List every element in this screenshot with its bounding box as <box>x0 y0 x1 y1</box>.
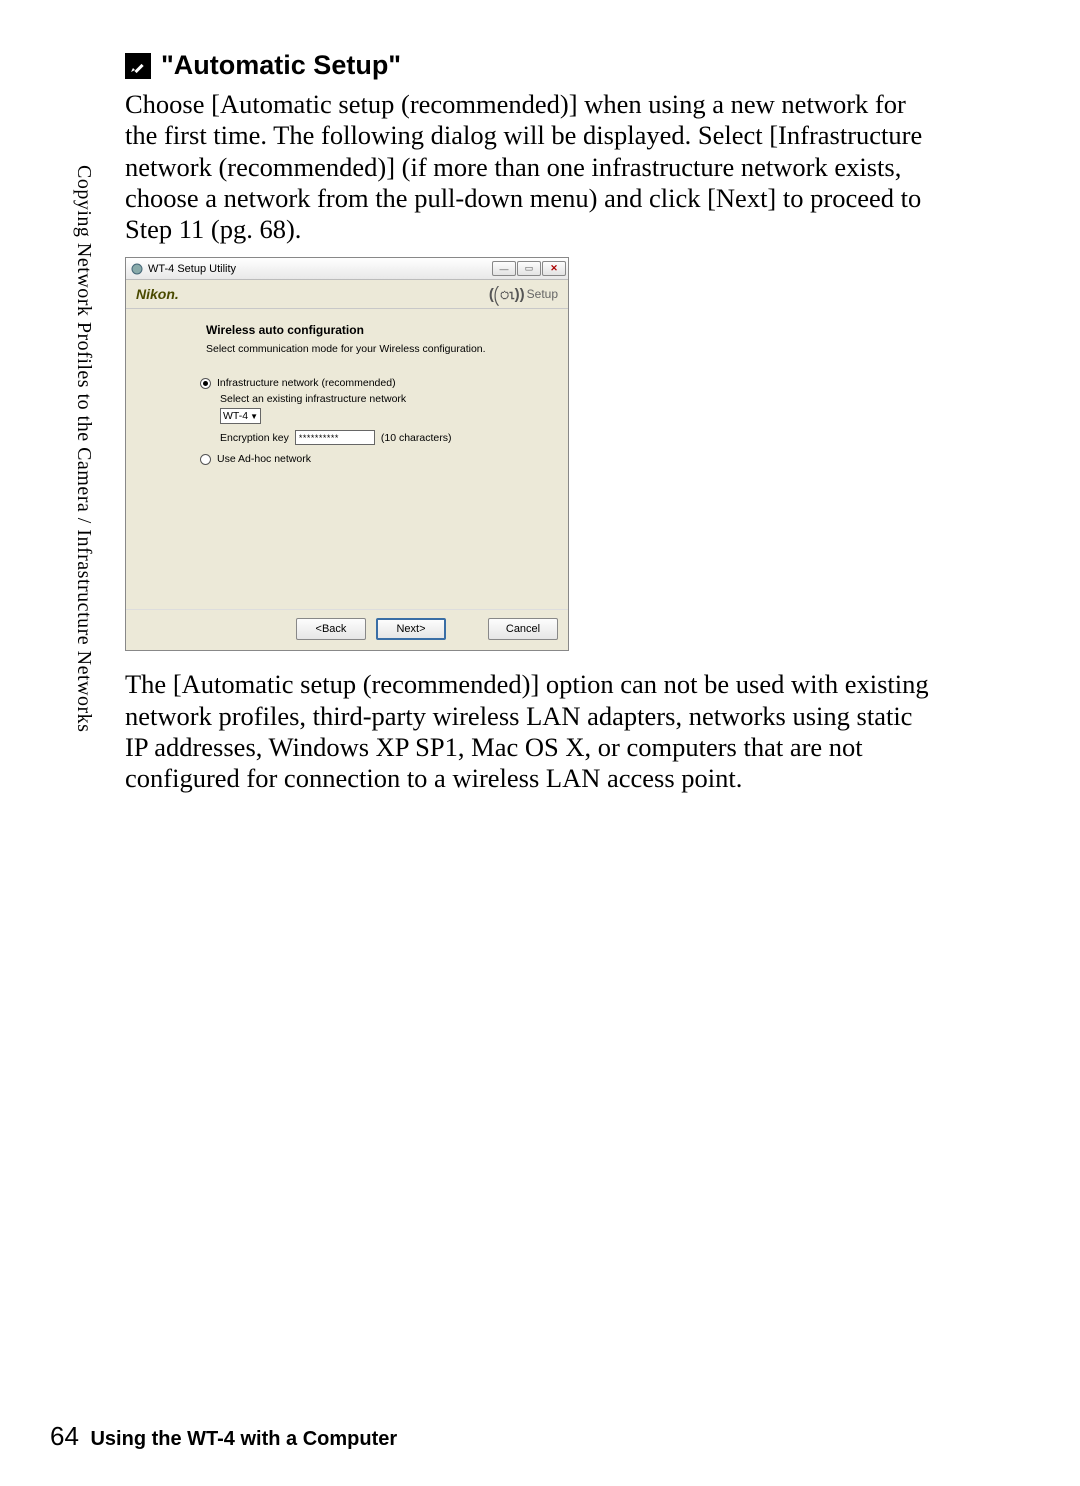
dialog-button-row: <Back Next> Cancel <box>126 609 568 650</box>
maximize-button[interactable]: ▭ <box>517 261 541 276</box>
setup-dialog: WT-4 Setup Utility — ▭ ✕ Nikon. ((ၤ)) Se… <box>125 257 569 651</box>
chevron-down-icon: ▼ <box>250 412 258 421</box>
footer-text: Using the WT-4 with a Computer <box>90 1428 397 1450</box>
app-icon <box>130 262 144 276</box>
cancel-button[interactable]: Cancel <box>488 618 558 640</box>
pencil-icon <box>125 53 151 79</box>
brand-logo: Nikon. <box>136 286 179 302</box>
sidebar-vertical-text: Copying Network Profiles to the Camera /… <box>72 165 95 732</box>
setup-label: Setup <box>527 287 558 301</box>
network-select[interactable]: WT-4 ▼ <box>220 408 261 424</box>
radio-infrastructure-label: Infrastructure network (recommended) <box>217 377 396 389</box>
note-paragraph: The [Automatic setup (recommended)] opti… <box>125 669 940 794</box>
wizard-subtitle: Select communication mode for your Wirel… <box>206 343 554 355</box>
encryption-note: (10 characters) <box>381 432 452 444</box>
back-button[interactable]: <Back <box>296 618 366 640</box>
encryption-row: Encryption key ********** (10 characters… <box>220 430 554 445</box>
heading-text: "Automatic Setup" <box>161 50 401 81</box>
dialog-content: Wireless auto configuration Select commu… <box>126 309 568 609</box>
titlebar: WT-4 Setup Utility — ▭ ✕ <box>126 258 568 280</box>
window-title: WT-4 Setup Utility <box>148 263 236 275</box>
select-existing-label: Select an existing infrastructure networ… <box>220 393 554 405</box>
brand-row: Nikon. ((ၤ)) Setup <box>126 280 568 309</box>
radio-adhoc-label: Use Ad-hoc network <box>217 453 311 465</box>
network-select-value: WT-4 <box>223 410 248 422</box>
intro-paragraph: Choose [Automatic setup (recommended)] w… <box>125 89 940 245</box>
next-button[interactable]: Next> <box>376 618 446 640</box>
page-number: 64 <box>50 1421 79 1451</box>
close-button[interactable]: ✕ <box>542 261 566 276</box>
page-footer: 64 Using the WT-4 with a Computer <box>50 1421 397 1452</box>
encryption-label: Encryption key <box>220 432 289 444</box>
section-heading: "Automatic Setup" <box>125 50 960 81</box>
antenna-icon: ((ၤ)) <box>489 289 525 301</box>
setup-logo: ((ၤ)) Setup <box>489 287 558 301</box>
radio-adhoc[interactable]: Use Ad-hoc network <box>200 453 554 465</box>
minimize-button[interactable]: — <box>492 261 516 276</box>
encryption-input[interactable]: ********** <box>295 430 375 445</box>
radio-selected-icon <box>200 378 211 389</box>
radio-infrastructure[interactable]: Infrastructure network (recommended) <box>200 377 554 389</box>
wizard-title: Wireless auto configuration <box>206 323 554 337</box>
dialog-screenshot: WT-4 Setup Utility — ▭ ✕ Nikon. ((ၤ)) Se… <box>125 257 960 651</box>
radio-unselected-icon <box>200 454 211 465</box>
page: Copying Network Profiles to the Camera /… <box>0 0 1080 1486</box>
